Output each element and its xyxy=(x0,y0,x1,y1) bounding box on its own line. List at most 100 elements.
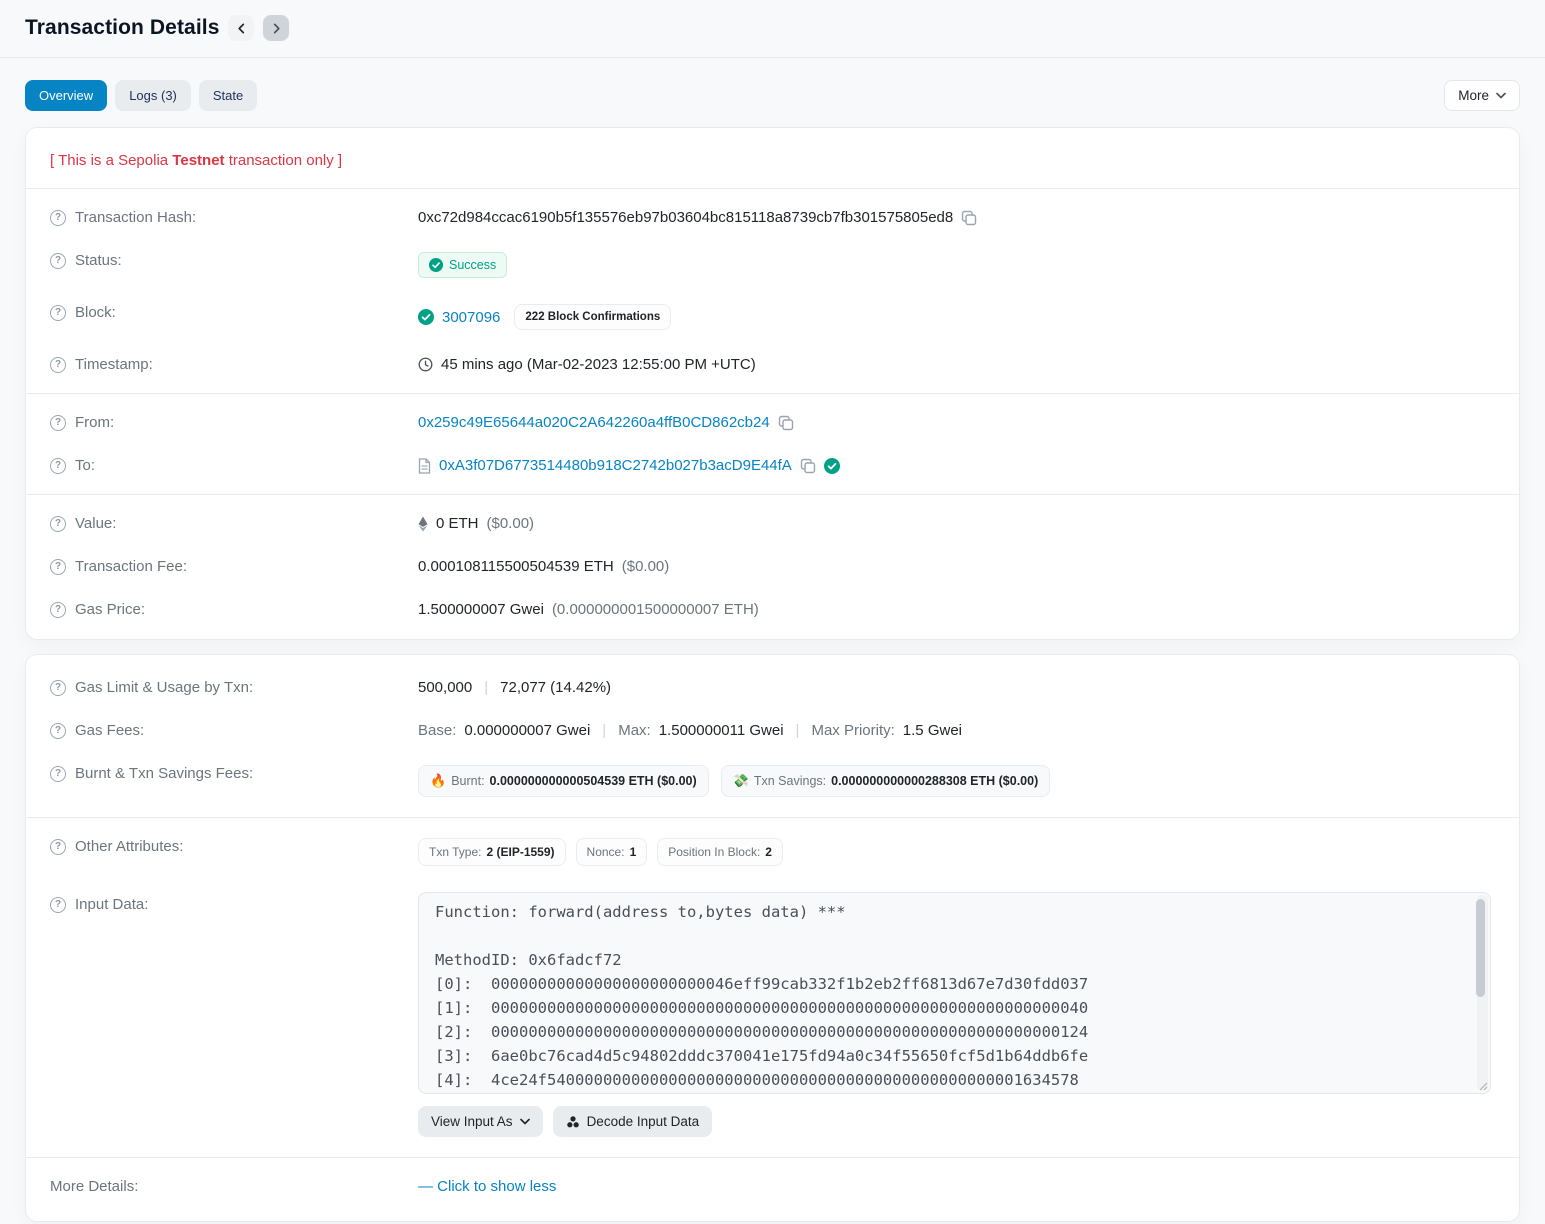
help-icon[interactable]: ? xyxy=(50,602,66,618)
decode-input-data-label: Decode Input Data xyxy=(587,1114,700,1129)
chevron-left-icon xyxy=(236,23,247,34)
help-icon[interactable]: ? xyxy=(50,680,66,696)
tab-logs[interactable]: Logs (3) xyxy=(115,80,191,111)
input-scrollbar-thumb[interactable] xyxy=(1476,899,1485,997)
gas-fees-label: Gas Fees: xyxy=(75,722,144,739)
more-details-row: More Details: — Click to show less xyxy=(50,1165,1495,1213)
input-data-line: Function: forward(address to,bytes data)… xyxy=(435,900,1474,924)
help-icon[interactable]: ? xyxy=(50,766,66,782)
gas-limit-value: 500,000 xyxy=(418,679,472,696)
block-confirmations-badge: 222 Block Confirmations xyxy=(514,304,671,330)
transaction-hash-value: 0xc72d984ccac6190b5f135576eb97b03604bc81… xyxy=(418,209,953,226)
separator: | xyxy=(480,679,492,696)
input-data-line xyxy=(435,924,1474,948)
timestamp-value: 45 mins ago (Mar-02-2023 12:55:00 PM +UT… xyxy=(441,356,756,373)
input-data-line: [1]: 00000000000000000000000000000000000… xyxy=(435,996,1474,1020)
resize-grip-icon[interactable] xyxy=(1478,1081,1488,1091)
gas-price-label: Gas Price: xyxy=(75,601,145,618)
divider xyxy=(26,188,1519,189)
txn-savings-badge: 💸 Txn Savings: 0.000000000000288308 ETH … xyxy=(721,765,1051,797)
help-icon[interactable]: ? xyxy=(50,458,66,474)
to-address-link[interactable]: 0xA3f07D6773514480b918C2742b027b3acD9E44… xyxy=(439,457,792,474)
tabs-row: Overview Logs (3) State More xyxy=(0,58,1545,127)
more-dropdown-button[interactable]: More xyxy=(1444,80,1520,111)
txn-type-value: 2 (EIP-1559) xyxy=(486,845,554,859)
testnet-warning-pre: [ This is a Sepolia xyxy=(50,152,172,169)
decode-input-data-button[interactable]: Decode Input Data xyxy=(553,1106,713,1137)
input-data-textarea[interactable]: Function: forward(address to,bytes data)… xyxy=(418,892,1491,1094)
page-title: Transaction Details xyxy=(25,16,219,40)
testnet-warning-post: transaction only ] xyxy=(225,152,343,169)
value-label: Value: xyxy=(75,515,116,532)
page-header: Transaction Details xyxy=(0,0,1545,58)
transaction-fee-usd: ($0.00) xyxy=(622,558,670,575)
next-transaction-button[interactable] xyxy=(263,15,289,41)
input-scrollbar-track[interactable] xyxy=(1477,895,1488,1091)
tab-overview[interactable]: Overview xyxy=(25,80,107,111)
help-icon[interactable]: ? xyxy=(50,305,66,321)
money-wings-icon: 💸 xyxy=(733,773,749,789)
other-attributes-label: Other Attributes: xyxy=(75,838,183,855)
block-label: Block: xyxy=(75,304,116,321)
gas-limit-label: Gas Limit & Usage by Txn: xyxy=(75,679,253,696)
burnt-savings-label: Burnt & Txn Savings Fees: xyxy=(75,765,253,782)
eth-icon xyxy=(418,516,428,532)
copy-from-address-button[interactable] xyxy=(778,415,794,431)
copy-to-address-button[interactable] xyxy=(800,458,816,474)
copy-icon xyxy=(778,415,794,431)
help-icon[interactable]: ? xyxy=(50,897,66,913)
view-input-as-button[interactable]: View Input As xyxy=(418,1106,543,1137)
more-details-label: More Details: xyxy=(50,1178,418,1195)
base-fee-value: 0.000000007 Gwei xyxy=(464,722,590,739)
input-data-line: [2]: 00000000000000000000000000000000000… xyxy=(435,1020,1474,1044)
show-less-link[interactable]: — Click to show less xyxy=(418,1178,556,1195)
block-number-link[interactable]: 3007096 xyxy=(442,309,500,326)
transaction-overview-card: [ This is a Sepolia Testnet transaction … xyxy=(25,127,1520,640)
max-priority-fee-value: 1.5 Gwei xyxy=(903,722,962,739)
txn-type-label: Txn Type: xyxy=(429,845,481,859)
input-data-line: [3]: 6ae0bc76cad4d5c94802dddc370041e175f… xyxy=(435,1044,1474,1068)
check-circle-icon xyxy=(418,309,434,325)
burnt-savings-row: ? Burnt & Txn Savings Fees: 🔥 Burnt: 0.0… xyxy=(50,752,1495,810)
burnt-fee-label: Burnt: xyxy=(451,774,484,788)
help-icon[interactable]: ? xyxy=(50,839,66,855)
status-badge: Success xyxy=(418,252,507,278)
gas-price-amount: 1.500000007 Gwei xyxy=(418,601,544,618)
other-attributes-row: ? Other Attributes: Txn Type: 2 (EIP-155… xyxy=(50,825,1495,879)
burnt-fee-value: 0.000000000000504539 ETH ($0.00) xyxy=(490,774,697,788)
help-icon[interactable]: ? xyxy=(50,723,66,739)
tab-state[interactable]: State xyxy=(199,80,257,111)
chevron-down-icon xyxy=(520,1118,530,1125)
nonce-label: Nonce: xyxy=(587,845,625,859)
input-data-label: Input Data: xyxy=(75,896,148,913)
clock-icon xyxy=(418,357,433,372)
copy-hash-button[interactable] xyxy=(961,210,977,226)
gas-price-eth: (0.000000001500000007 ETH) xyxy=(552,601,759,618)
help-icon[interactable]: ? xyxy=(50,516,66,532)
from-address-link[interactable]: 0x259c49E65644a020C2A642260a4ffB0CD862cb… xyxy=(418,414,770,431)
status-row: ? Status: Success xyxy=(50,239,1495,291)
from-label: From: xyxy=(75,414,114,431)
input-actions: View Input As Decode Input Data xyxy=(418,1106,1491,1137)
nonce-badge: Nonce: 1 xyxy=(576,838,648,866)
help-icon[interactable]: ? xyxy=(50,210,66,226)
to-row: ? To: 0xA3f07D6773514480b918C2742b027b3a… xyxy=(50,444,1495,487)
testnet-warning-bold: Testnet xyxy=(172,152,224,169)
previous-transaction-button[interactable] xyxy=(228,15,254,41)
help-icon[interactable]: ? xyxy=(50,253,66,269)
txn-savings-label: Txn Savings: xyxy=(754,774,826,788)
divider xyxy=(26,393,1519,394)
divider xyxy=(26,1157,1519,1158)
burnt-fee-badge: 🔥 Burnt: 0.000000000000504539 ETH ($0.00… xyxy=(418,765,709,797)
copy-icon xyxy=(961,210,977,226)
fire-icon: 🔥 xyxy=(430,773,446,789)
from-row: ? From: 0x259c49E65644a020C2A642260a4ffB… xyxy=(50,401,1495,444)
value-row: ? Value: 0 ETH ($0.00) xyxy=(50,502,1495,545)
gas-price-row: ? Gas Price: 1.500000007 Gwei (0.0000000… xyxy=(50,588,1495,631)
help-icon[interactable]: ? xyxy=(50,415,66,431)
divider xyxy=(26,494,1519,495)
position-in-block-value: 2 xyxy=(765,845,772,859)
help-icon[interactable]: ? xyxy=(50,357,66,373)
help-icon[interactable]: ? xyxy=(50,559,66,575)
max-fee-value: 1.500000011 Gwei xyxy=(659,722,784,739)
